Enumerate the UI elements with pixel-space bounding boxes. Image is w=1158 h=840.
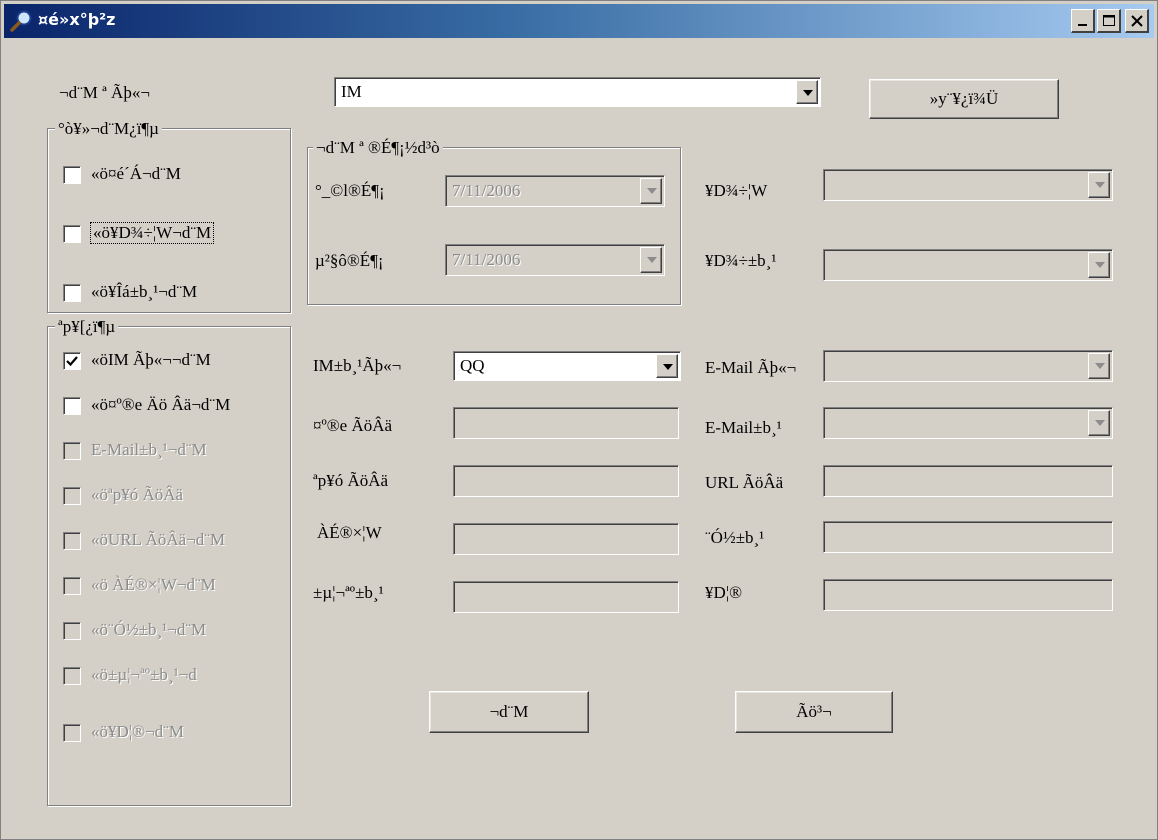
sender-account-input[interactable] — [823, 521, 1113, 553]
im-account-type-label: IM±b¸¹Ãþ«¬ — [313, 356, 402, 375]
url-keyword-input[interactable] — [823, 465, 1113, 497]
query-button[interactable]: ¬d¨M — [429, 691, 589, 733]
sender-account-label: ¨Ó½±b¸¹ — [705, 528, 765, 547]
content-keyword-input[interactable] — [453, 407, 679, 439]
checkbox-by-im-type[interactable] — [63, 352, 81, 370]
close-icon — [1131, 15, 1143, 27]
by-email-account-label: E-Mail±b¸¹¬d¨M — [91, 440, 207, 459]
checkbox-by-filename[interactable] — [63, 577, 81, 595]
title-bar[interactable]: ¤é»x°þ²z — [4, 4, 1154, 38]
subject-label: ¥D¦® — [705, 583, 743, 602]
by-url-keyword-label: «öURL ÃöÂä¬d¨M — [91, 530, 226, 549]
checkbox-by-subject[interactable] — [63, 724, 81, 742]
filename-label: ÀÉ®×¦W — [317, 523, 382, 542]
start-time-value: 7/11/2006 — [452, 181, 521, 200]
chevron-down-icon — [1095, 363, 1105, 369]
checkbox-by-sender-account[interactable] — [63, 622, 81, 640]
account-type-select[interactable]: IM — [334, 77, 821, 107]
date-range-title: ¬d¨M ª ®É¶¡½d³ò — [313, 138, 443, 158]
by-im-type-label: «öIM Ãþ«¬¬d¨M — [91, 350, 211, 369]
checkbox-by-user-account[interactable] — [63, 284, 81, 302]
main-window: ¤é»x°þ²z ¬d¨M ª Ãþ«¬ IM »y¨¥¿ï¾Ü °ò¥»¬d¨… — [0, 0, 1158, 840]
im-account-type-dropdown-button[interactable] — [656, 354, 678, 378]
host-name-label: ¥D¾÷¦W — [705, 181, 768, 200]
email-type-label: E-Mail Ãþ«¬ — [705, 358, 797, 377]
extra-options-title: ªp¥[¿ï¶µ — [55, 317, 119, 337]
end-time-value: 7/11/2006 — [452, 250, 521, 269]
close-dialog-button[interactable]: Ãö³¬ — [735, 691, 893, 733]
host-account-select[interactable] — [823, 249, 1113, 281]
magnifier-icon — [10, 9, 34, 33]
checkbox-by-date[interactable] — [63, 166, 81, 184]
by-filename-label: «ö ÀÉ®×¦W¬d¨M — [91, 575, 216, 594]
url-keyword-label: URL ÃöÂä — [705, 473, 784, 492]
checkbox-by-content-keyword[interactable] — [63, 397, 81, 415]
account-type-label: ¬d¨M ª Ãþ«¬ — [59, 83, 150, 102]
by-host-label: «ö¥D¾÷¦W¬d¨M — [89, 222, 215, 244]
host-account-dropdown-button[interactable] — [1088, 252, 1110, 278]
by-sender-account-label: «ö¨Ó½±b¸¹¬d¨M — [91, 620, 207, 639]
start-time-dropdown-button[interactable] — [640, 178, 662, 204]
im-account-type-value: QQ — [460, 356, 485, 375]
attachment-keyword-label: ªp¥ó ÃöÂä — [313, 471, 389, 490]
subject-input[interactable] — [823, 579, 1113, 611]
account-type-value: IM — [341, 82, 362, 101]
checkbox-by-email-account[interactable] — [63, 442, 81, 460]
maximize-icon — [1103, 15, 1115, 26]
checkmark-icon — [66, 356, 78, 367]
chevron-down-icon — [647, 188, 657, 194]
chevron-down-icon — [1095, 420, 1105, 426]
end-time-dropdown-button[interactable] — [640, 247, 662, 273]
minimize-button[interactable] — [1071, 9, 1095, 33]
window-title: ¤é»x°þ²z — [38, 10, 116, 29]
im-account-type-select[interactable]: QQ — [453, 351, 681, 381]
by-subject-label: «ö¥D¦®¬d¨M — [91, 722, 184, 741]
email-account-label: E-Mail±b¸¹ — [705, 418, 782, 437]
start-time-picker[interactable]: 7/11/2006 — [445, 175, 665, 207]
end-time-picker[interactable]: 7/11/2006 — [445, 244, 665, 276]
chevron-down-icon — [1095, 262, 1105, 268]
maximize-button[interactable] — [1097, 9, 1121, 33]
close-button[interactable] — [1125, 9, 1149, 33]
checkbox-by-receiver-account[interactable] — [63, 667, 81, 685]
date-range-group — [307, 147, 681, 305]
content-keyword-label: ¤º®e ÃöÂä — [313, 416, 393, 435]
chevron-down-icon — [663, 364, 673, 370]
start-time-label: °_©l®É¶¡ — [315, 181, 385, 200]
basic-options-title: °ò¥»¬d¨M¿ï¶µ — [55, 119, 162, 139]
minimize-icon — [1078, 24, 1087, 26]
checkbox-by-host[interactable] — [63, 225, 81, 243]
chevron-down-icon — [647, 257, 657, 263]
by-content-keyword-label: «ö¤º®e Äö Âä¬d¨M — [91, 395, 231, 414]
host-name-dropdown-button[interactable] — [1088, 172, 1110, 198]
chevron-down-icon — [803, 90, 813, 96]
email-type-select[interactable] — [823, 350, 1113, 382]
by-attachment-keyword-label: «öªp¥ó ÃöÂä — [91, 485, 184, 504]
receiver-account-label: ±µ¦¬ªº±b¸¹ — [313, 583, 384, 602]
host-name-select[interactable] — [823, 169, 1113, 201]
checkbox-by-attachment-keyword[interactable] — [63, 487, 81, 505]
host-account-label: ¥D¾÷±b¸¹ — [705, 251, 777, 270]
by-user-account-label: «ö¥Îá±b¸¹¬d¨M — [91, 282, 198, 301]
email-account-dropdown-button[interactable] — [1088, 410, 1110, 436]
by-date-label: «ö¤é´Á¬d¨M — [91, 164, 181, 183]
search-button[interactable]: »y¨¥¿ï¾Ü — [869, 79, 1059, 119]
account-type-dropdown-button[interactable] — [796, 80, 818, 104]
end-time-label: µ²§ô®É¶¡ — [315, 251, 384, 270]
filename-input[interactable] — [453, 523, 679, 555]
by-receiver-account-label: «ö±µ¦¬ªº±b¸¹¬d — [91, 665, 197, 684]
email-type-dropdown-button[interactable] — [1088, 353, 1110, 379]
attachment-keyword-input[interactable] — [453, 465, 679, 497]
receiver-account-input[interactable] — [453, 581, 679, 613]
chevron-down-icon — [1095, 182, 1105, 188]
email-account-select[interactable] — [823, 407, 1113, 439]
checkbox-by-url-keyword[interactable] — [63, 532, 81, 550]
